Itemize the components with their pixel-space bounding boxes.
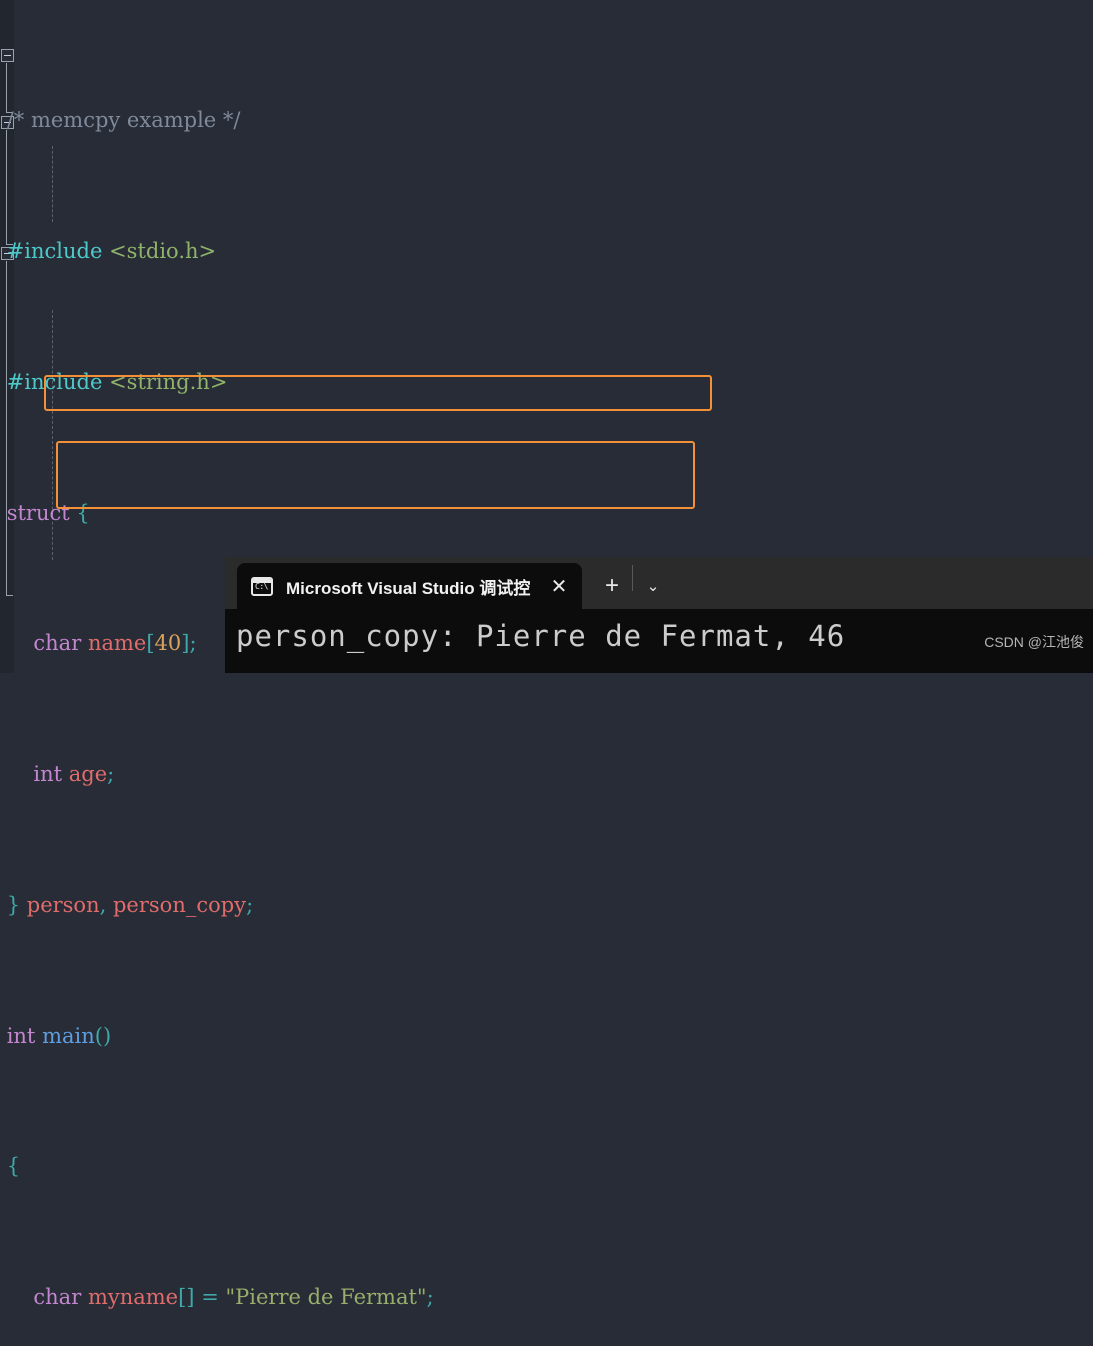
code-token-keyword: char (33, 1285, 82, 1310)
code-token-preprocessor: #include (6, 238, 110, 263)
code-token-number: 40 (154, 631, 182, 656)
screenshot-root: /* memcpy example */ #include <stdio.h> … (0, 0, 1093, 1309)
chevron-down-icon[interactable]: ⌄ (633, 563, 673, 609)
code-token-keyword: char (33, 631, 82, 656)
terminal-titlebar[interactable]: C:\ Microsoft Visual Studio 调试控 ✕ + ⌄ (225, 557, 1093, 609)
code-token-header: <string.h> (109, 369, 228, 394)
code-line: } person, person_copy; (6, 892, 254, 917)
code-token-identifier: name (87, 631, 147, 656)
watermark: CSDN @江池俊 (984, 634, 1084, 650)
code-area[interactable]: /* memcpy example */ #include <stdio.h> … (0, 6, 1093, 1346)
terminal-output-line: person_copy: Pierre de Fermat, 46 (236, 619, 846, 653)
code-line: char myname[] = "Pierre de Fermat"; (33, 1285, 434, 1310)
code-line: #include <string.h> (0, 366, 1093, 399)
code-token-keyword: int (33, 762, 63, 787)
code-token-identifier: age (68, 762, 108, 787)
code-token-header: <stdio.h> (109, 238, 217, 263)
code-token-comment: /* memcpy example */ (6, 108, 241, 133)
code-token-identifier: myname (87, 1285, 179, 1310)
new-tab-button[interactable]: + (592, 563, 632, 609)
code-token-identifier: person (26, 892, 100, 917)
code-token-string: "Pierre de Fermat" (225, 1285, 427, 1310)
terminal-output-area[interactable]: person_copy: Pierre de Fermat, 46 CSDN @… (225, 609, 1093, 673)
terminal-tab[interactable]: C:\ Microsoft Visual Studio 调试控 ✕ (237, 563, 582, 609)
terminal-window[interactable]: C:\ Microsoft Visual Studio 调试控 ✕ + ⌄ pe… (225, 557, 1093, 673)
code-token-identifier: person_copy (112, 892, 247, 917)
code-line: #include <stdio.h> (0, 235, 1093, 268)
code-token-keyword: struct (6, 500, 70, 525)
code-line: { (6, 1154, 21, 1179)
console-icon: C:\ (251, 576, 273, 596)
code-line: struct { (6, 500, 90, 525)
code-line: int main() (6, 1023, 112, 1048)
code-token-function: main (42, 1023, 95, 1048)
terminal-tab-title: Microsoft Visual Studio 调试控 (286, 578, 531, 598)
code-token-keyword: int (6, 1023, 36, 1048)
code-line: int age; (33, 762, 115, 787)
close-icon[interactable]: ✕ (544, 571, 574, 601)
code-line: /* memcpy example */ (0, 104, 1093, 137)
code-token-preprocessor: #include (6, 369, 110, 394)
